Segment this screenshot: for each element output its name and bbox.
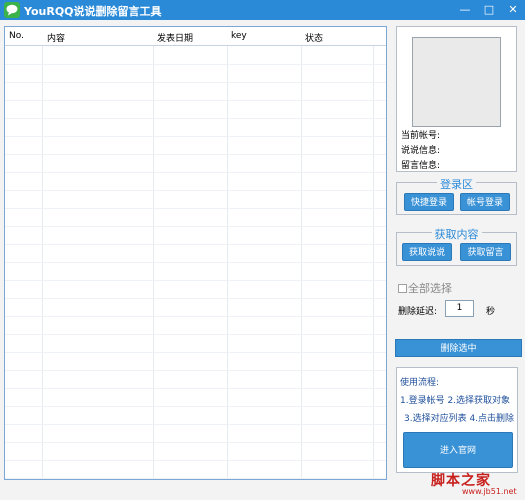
official-site-button[interactable]: 进入官网: [403, 432, 513, 468]
fetch-group-title: 获取内容: [431, 228, 482, 241]
table-header: No. 内容 发表日期 key 状态: [5, 27, 386, 46]
row-divider: [5, 334, 386, 335]
checkbox-box[interactable]: [398, 284, 407, 293]
row-divider: [5, 478, 386, 479]
row-divider: [5, 460, 386, 461]
row-divider: [5, 280, 386, 281]
content-table[interactable]: No. 内容 发表日期 key 状态: [4, 26, 387, 480]
delay-unit-label: 秒: [486, 307, 496, 317]
row-divider: [5, 262, 386, 263]
usage-steps-line-2: 3.选择对应列表 4.点击删除: [404, 414, 515, 424]
delete-delay-input[interactable]: 1: [445, 300, 474, 317]
row-divider: [5, 424, 386, 425]
row-divider: [5, 208, 386, 209]
watermark: 脚本之家 www.jb51.net: [428, 470, 523, 498]
column-divider: [373, 27, 374, 479]
select-all-label: 全部选择: [408, 282, 452, 295]
row-divider: [5, 172, 386, 173]
column-divider: [42, 27, 43, 479]
column-divider: [227, 27, 228, 479]
row-divider: [5, 370, 386, 371]
close-icon[interactable]: ✕: [501, 0, 525, 20]
column-header-key[interactable]: key: [231, 31, 247, 41]
row-divider: [5, 64, 386, 65]
row-divider: [5, 388, 386, 389]
column-header-content[interactable]: 内容: [47, 31, 65, 44]
usage-steps-line-1: 1.登录帐号 2.选择获取对象: [400, 396, 511, 406]
row-divider: [5, 226, 386, 227]
column-header-date[interactable]: 发表日期: [157, 31, 193, 44]
select-all-checkbox[interactable]: 全部选择: [398, 280, 452, 296]
row-divider: [5, 136, 386, 137]
fetch-messages-button[interactable]: 获取留言: [460, 243, 511, 261]
row-divider: [5, 406, 386, 407]
current-account-label: 当前帐号:: [401, 131, 441, 141]
window-title: YouRQQ说说删除留言工具: [24, 5, 162, 18]
account-login-button[interactable]: 帐号登录: [460, 193, 510, 211]
delete-delay-label: 删除延迟:: [398, 307, 438, 317]
delete-selected-button[interactable]: 删除选中: [395, 339, 522, 357]
row-divider: [5, 298, 386, 299]
usage-title: 使用流程:: [400, 378, 440, 388]
fetch-group: 获取内容 获取说说 获取留言: [396, 228, 517, 266]
minimize-icon[interactable]: —: [453, 0, 477, 20]
row-divider: [5, 82, 386, 83]
login-group-title: 登录区: [437, 178, 476, 191]
row-divider: [5, 100, 386, 101]
maximize-icon[interactable]: □: [477, 0, 501, 20]
watermark-url: www.jb51.net: [462, 487, 517, 496]
column-header-no[interactable]: No.: [9, 31, 24, 41]
row-divider: [5, 352, 386, 353]
row-divider: [5, 244, 386, 245]
row-divider: [5, 154, 386, 155]
row-divider: [5, 442, 386, 443]
column-divider: [301, 27, 302, 479]
row-divider: [5, 316, 386, 317]
column-divider: [153, 27, 154, 479]
row-divider: [5, 190, 386, 191]
chat-bubble-icon: [4, 2, 20, 18]
usage-panel: 使用流程: 1.登录帐号 2.选择获取对象 3.选择对应列表 4.点击删除 进入…: [396, 367, 518, 473]
fetch-shuoshuo-button[interactable]: 获取说说: [402, 243, 452, 261]
avatar: [412, 37, 501, 127]
login-group: 登录区 快捷登录 帐号登录: [396, 178, 517, 215]
column-header-status[interactable]: 状态: [305, 31, 323, 44]
message-info-label: 留言信息:: [401, 161, 441, 171]
row-divider: [5, 118, 386, 119]
quick-login-button[interactable]: 快捷登录: [404, 193, 454, 211]
account-info-panel: 当前帐号: 说说信息: 留言信息:: [396, 26, 517, 172]
shuoshuo-info-label: 说说信息:: [401, 146, 441, 156]
title-bar: YouRQQ说说删除留言工具 — □ ✕: [0, 0, 525, 20]
